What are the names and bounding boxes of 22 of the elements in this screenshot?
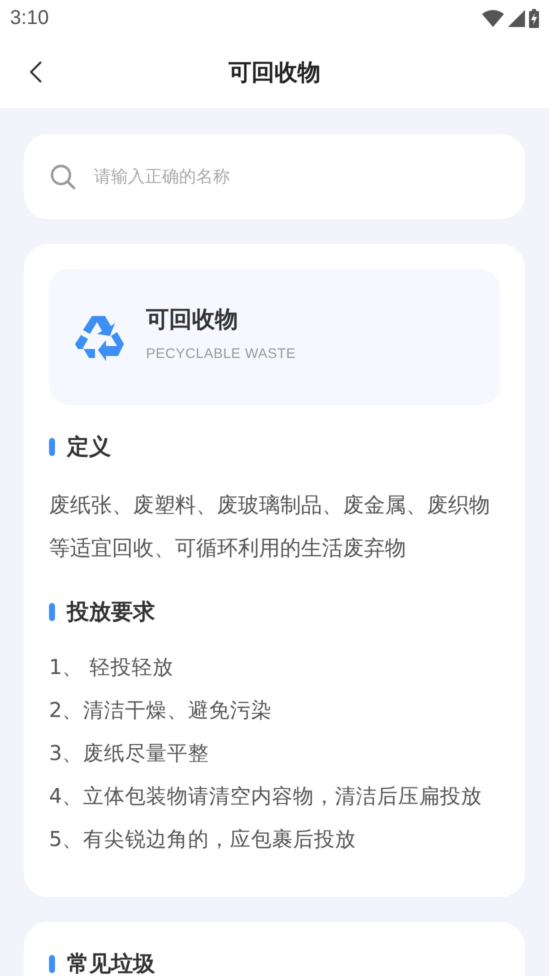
- wifi-icon: [482, 10, 504, 26]
- search-icon: [50, 164, 76, 190]
- list-item: 2、清洁干燥、避免污染: [49, 697, 274, 724]
- definition-text: 废纸张、废塑料、废玻璃制品、废金属、废织物等适宜回收、可循环利用的生活废弃物: [49, 492, 491, 562]
- category-subtitle: PECYCLABLE WASTE: [146, 344, 296, 360]
- section-title: 投放要求: [67, 599, 155, 627]
- category-title: 可回收物: [146, 306, 239, 334]
- list-item: 5、有尖锐边角的，应包裹后投放: [49, 826, 358, 853]
- accent-bar: [49, 955, 55, 973]
- accent-bar: [49, 438, 55, 456]
- list-item: 4、立体包装物请清空内容物，清洁后压扁投放: [49, 783, 484, 810]
- section-title: 定义: [67, 434, 111, 462]
- search-field[interactable]: 请输入正确的名称: [92, 166, 499, 188]
- page-title: 可回收物: [228, 58, 320, 88]
- accent-bar: [49, 603, 55, 621]
- back-icon[interactable]: [30, 61, 42, 83]
- signal-icon: [508, 10, 525, 26]
- battery-icon: [529, 8, 539, 28]
- section-title: 常见垃圾: [67, 951, 155, 976]
- status-time: 3:10: [10, 6, 49, 30]
- list-item: 3、废纸尽量平整: [49, 740, 210, 767]
- list-item: 1、 轻投轻放: [49, 654, 175, 681]
